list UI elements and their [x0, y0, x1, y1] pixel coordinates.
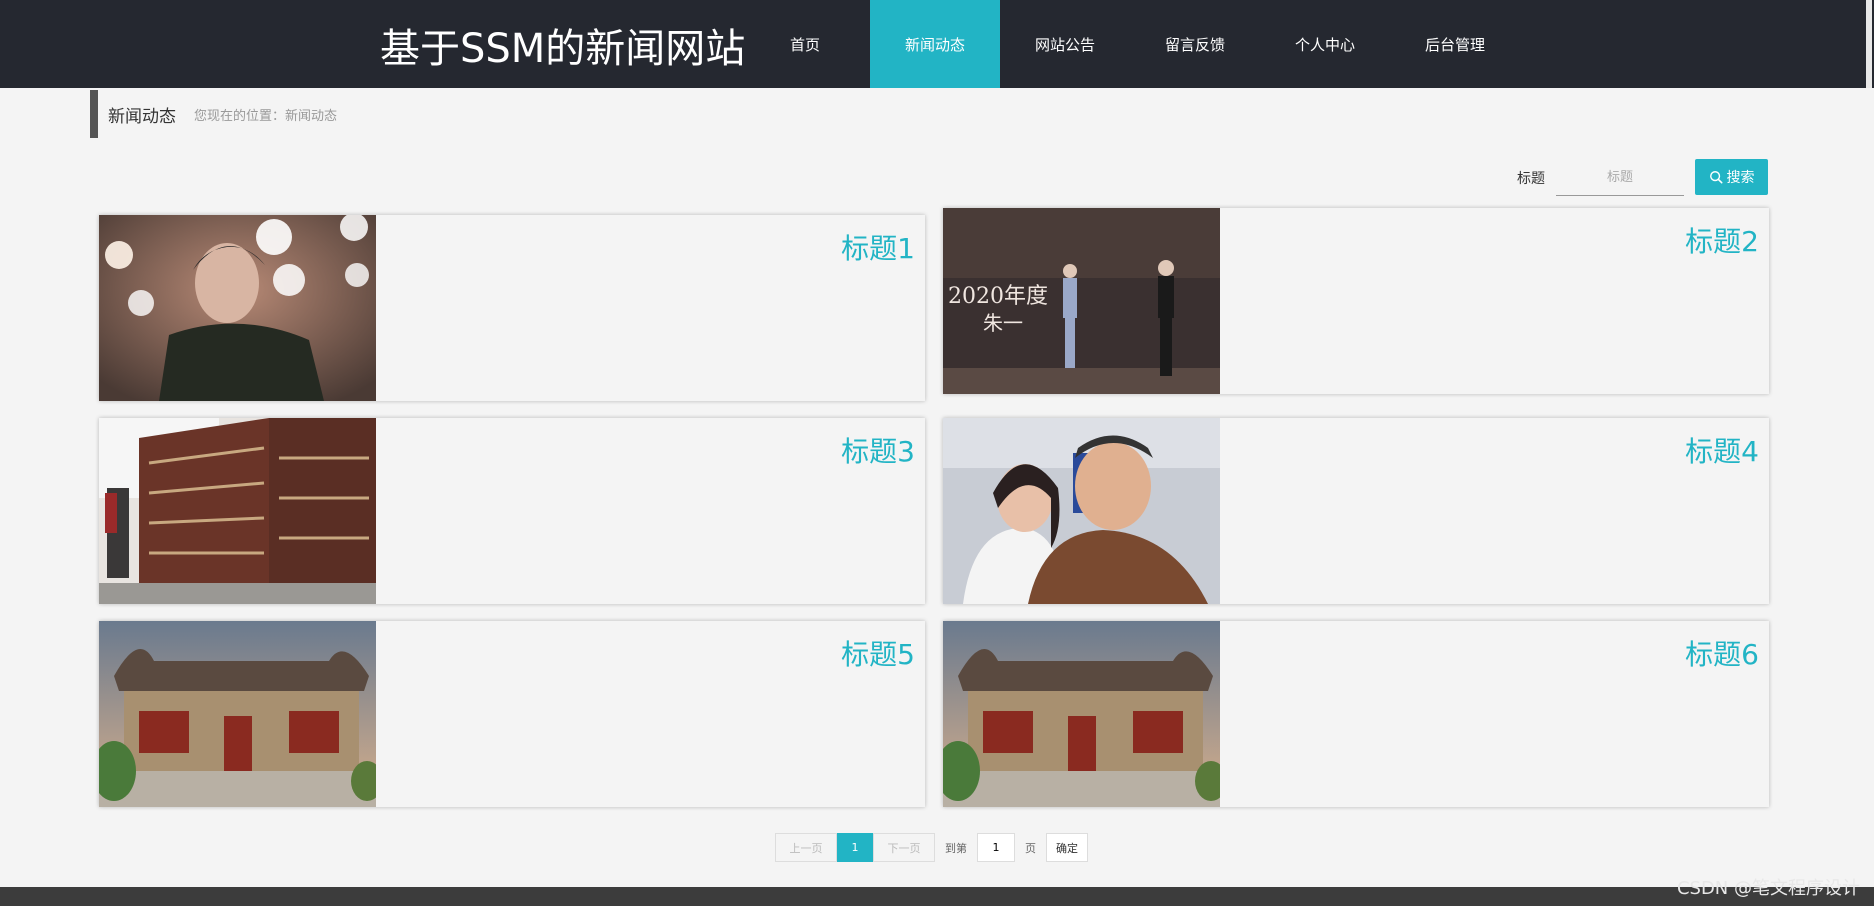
news-card[interactable]: 标题1	[99, 215, 925, 401]
news-card[interactable]: 标题3	[99, 418, 925, 604]
nav-label: 网站公告	[1034, 35, 1095, 54]
page-suffix-label: 页	[1025, 841, 1036, 855]
goto-label: 到第	[945, 841, 967, 855]
page-number-input[interactable]	[977, 833, 1015, 862]
current-page-button[interactable]: 1	[837, 833, 873, 862]
watermark: CSDN @笔文程序设计	[1676, 878, 1860, 899]
pagination: 上一页 1 下一页 到第 页 确定	[775, 833, 1088, 862]
svg-text:2020年度: 2020年度	[948, 284, 1048, 309]
breadcrumb-location: 您现在的位置：新闻动态	[194, 108, 338, 124]
nav-item-home[interactable]: 首页	[740, 0, 870, 88]
search-icon	[1709, 171, 1722, 184]
news-card[interactable]: 2020年度 朱一 标题2	[943, 208, 1769, 394]
breadcrumb: 新闻动态 您现在的位置：新闻动态	[90, 90, 337, 138]
nav-item-news[interactable]: 新闻动态	[870, 0, 1000, 88]
news-image-award-stage: 2020年度 朱一	[943, 208, 1220, 394]
nav-label: 首页	[789, 35, 820, 54]
news-title[interactable]: 标题3	[841, 430, 915, 470]
search-input[interactable]	[1556, 160, 1684, 196]
prev-page-button[interactable]: 上一页	[775, 833, 837, 862]
news-card[interactable]: 标题6	[943, 621, 1769, 807]
site-title[interactable]: 基于SSM的新闻网站	[380, 16, 745, 74]
nav-item-admin[interactable]: 后台管理	[1390, 0, 1520, 88]
nav-label: 新闻动态	[904, 35, 965, 54]
confirm-page-button[interactable]: 确定	[1046, 833, 1088, 862]
nav-item-feedback[interactable]: 留言反馈	[1130, 0, 1260, 88]
news-title[interactable]: 标题5	[841, 633, 915, 673]
news-image-library	[99, 418, 376, 604]
news-title[interactable]: 标题6	[1685, 633, 1759, 673]
next-page-button[interactable]: 下一页	[873, 833, 935, 862]
nav-item-profile[interactable]: 个人中心	[1260, 0, 1390, 88]
news-card[interactable]: 标题4	[943, 418, 1769, 604]
news-image-couple	[943, 418, 1220, 604]
main-nav: 首页 新闻动态 网站公告 留言反馈 个人中心 后台管理	[740, 0, 1520, 88]
news-image-traditional-building	[99, 621, 376, 807]
news-title[interactable]: 标题1	[841, 227, 915, 267]
search-label: 标题	[1517, 171, 1545, 187]
nav-item-announcements[interactable]: 网站公告	[1000, 0, 1130, 88]
nav-label: 后台管理	[1424, 35, 1485, 54]
svg-text:朱一: 朱一	[983, 311, 1023, 335]
page-title: 新闻动态	[108, 106, 176, 127]
news-title[interactable]: 标题2	[1685, 220, 1759, 260]
nav-label: 个人中心	[1294, 35, 1355, 54]
top-navbar: 基于SSM的新闻网站 首页 新闻动态 网站公告 留言反馈 个人中心 后台管理	[0, 0, 1874, 88]
search-button-label: 搜索	[1726, 170, 1755, 186]
news-image-portrait	[99, 215, 376, 401]
nav-label: 留言反馈	[1164, 35, 1225, 54]
news-image-traditional-building	[943, 621, 1220, 807]
news-title[interactable]: 标题4	[1685, 430, 1759, 470]
news-card[interactable]: 标题5	[99, 621, 925, 807]
footer	[0, 887, 1874, 906]
search-button[interactable]: 搜索	[1695, 159, 1768, 195]
scrollbar[interactable]	[1866, 0, 1872, 88]
